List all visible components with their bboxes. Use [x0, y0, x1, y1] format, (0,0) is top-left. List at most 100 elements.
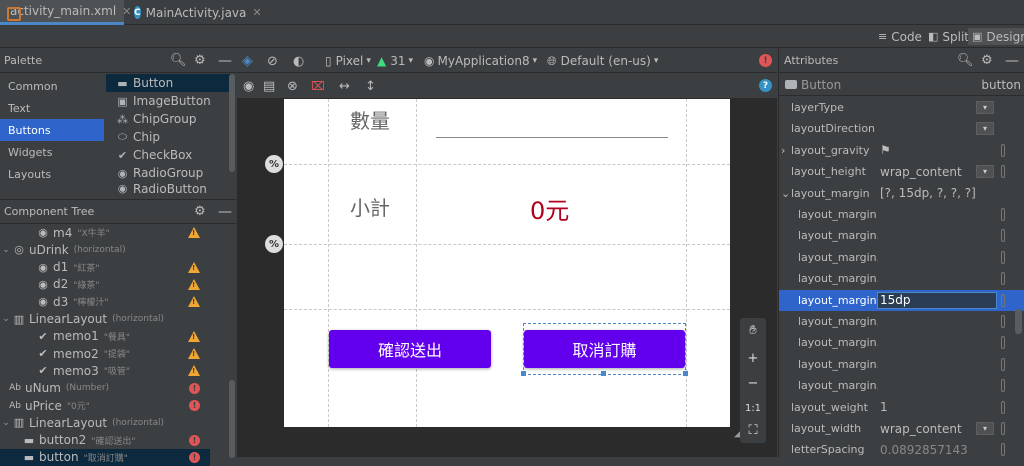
attribute-row-letterSpacing[interactable]: letterSpacing 0.0892857143: [779, 439, 1024, 460]
chevron-down-icon[interactable]: ⌄: [0, 245, 12, 255]
theme-selector[interactable]: ◉ MyApplication8 ▾: [424, 53, 537, 69]
tree-item-linearlayout[interactable]: ⌄ ▥ LinearLayout (horizontal): [0, 414, 210, 431]
attributes-scrollbar[interactable]: [1015, 309, 1022, 334]
zoom-actual-button[interactable]: 1:1: [740, 398, 766, 418]
attribute-value[interactable]: wrap_content: [880, 165, 962, 179]
attribute-row-layout_margin[interactable]: layout_margin...: [779, 332, 1024, 353]
gear-icon[interactable]: ⚙: [194, 53, 206, 68]
percent-guide-badge[interactable]: %: [265, 155, 283, 173]
minimize-icon[interactable]: —: [1005, 53, 1019, 69]
design-mode-button[interactable]: ▣ Design: [968, 28, 1024, 45]
resource-picker-icon[interactable]: [1001, 422, 1005, 435]
tree-item-button2[interactable]: ▬ button2 "確認送出": [0, 432, 210, 449]
tab-main-activity-java[interactable]: C MainActivity.java ✕: [128, 0, 262, 25]
search-icon[interactable]: 🔍︎: [957, 53, 974, 68]
error-icon[interactable]: !: [189, 382, 200, 394]
chevron-down-icon[interactable]: ▾: [976, 165, 994, 179]
attribute-row-layout_margin[interactable]: layout_margin...15dp: [779, 289, 1024, 311]
locale-selector[interactable]: 🌐︎ Default (en-us) ▾: [547, 53, 658, 69]
palette-category-widgets[interactable]: Widgets: [0, 141, 104, 163]
warning-icon[interactable]: [188, 348, 200, 360]
tree-item-memo2[interactable]: ✔ memo2 "提袋": [0, 345, 210, 362]
resize-handle[interactable]: [521, 371, 526, 376]
pan-icon[interactable]: ✋︎: [740, 320, 766, 340]
resource-picker-icon[interactable]: [1001, 250, 1005, 264]
resource-picker-icon[interactable]: [1001, 443, 1005, 457]
confirm-button[interactable]: 確認送出: [329, 330, 491, 368]
resource-picker-icon[interactable]: [1001, 336, 1005, 350]
attribute-row-layout_margin[interactable]: ⌄ layout_margin [?, 15dp, ?, ?, ?]: [779, 183, 1024, 204]
code-mode-button[interactable]: ≡ Code: [874, 28, 926, 45]
resource-picker-icon[interactable]: [1001, 272, 1005, 286]
quantity-input[interactable]: [436, 137, 668, 138]
tree-item-d2[interactable]: ◉ d2 "綠茶": [0, 276, 210, 293]
error-icon[interactable]: !: [189, 400, 200, 411]
magnet-off-icon[interactable]: ⊗: [287, 78, 298, 94]
error-icon[interactable]: !: [189, 451, 200, 463]
palette-category-text[interactable]: Text: [0, 97, 104, 119]
expand-horizontal-icon[interactable]: ↔: [339, 78, 350, 94]
tree-item-linearlayout[interactable]: ⌄ ▥ LinearLayout (horizontal): [0, 311, 210, 328]
attribute-value[interactable]: 1: [880, 400, 888, 414]
attribute-value[interactable]: [?, 15dp, ?, ?, ?]: [880, 186, 976, 200]
palette-category-common[interactable]: Common: [0, 75, 104, 97]
resource-picker-icon[interactable]: [1001, 208, 1005, 221]
attribute-value[interactable]: wrap_content: [880, 422, 962, 436]
close-icon[interactable]: ✕: [252, 6, 261, 19]
attribute-row-layoutDirection[interactable]: layoutDirection ▾: [779, 118, 1024, 139]
chevron-down-icon[interactable]: ▾: [976, 101, 994, 114]
palette-scrollbar[interactable]: [229, 74, 235, 172]
palette-item-imagebutton[interactable]: ▣ ImageButton: [106, 92, 232, 110]
resource-picker-icon[interactable]: [1001, 357, 1005, 371]
warning-icon[interactable]: [188, 261, 200, 273]
tree-item-uprice[interactable]: Ab uPrice "0元": [0, 397, 210, 414]
zoom-out-button[interactable]: −: [740, 373, 766, 393]
resource-picker-icon[interactable]: [1001, 143, 1005, 157]
palette-item-button[interactable]: ▬ Button: [106, 74, 232, 92]
tree-item-button[interactable]: ▬ button "取消訂購": [0, 448, 210, 466]
resource-picker-icon[interactable]: [1001, 379, 1005, 393]
attribute-row-layout_margin[interactable]: layout_margin...: [779, 354, 1024, 375]
chevron-down-icon[interactable]: ▾: [976, 422, 994, 435]
help-icon[interactable]: ?: [759, 79, 772, 92]
warning-icon[interactable]: [188, 330, 200, 342]
warning-icon[interactable]: [188, 296, 200, 308]
tree-scrollbar[interactable]: [229, 380, 235, 458]
chevron-down-icon[interactable]: ⌄: [781, 187, 790, 200]
api-selector[interactable]: ▲ 31 ▾: [377, 53, 413, 69]
layers-icon[interactable]: ◈: [242, 53, 253, 69]
resource-picker-icon[interactable]: [1001, 400, 1005, 414]
palette-item-chip[interactable]: ⬭ Chip: [106, 128, 232, 146]
clear-constraints-icon[interactable]: ⌧: [311, 78, 325, 94]
tree-item-unum[interactable]: Ab uNum (Number): [0, 380, 210, 397]
error-icon[interactable]: !: [759, 54, 772, 67]
device-selector[interactable]: ▯ Pixel ▾: [325, 53, 371, 69]
resize-handle[interactable]: [601, 371, 606, 376]
palette-item-radiobutton[interactable]: ◉ RadioButton: [106, 182, 232, 194]
zoom-fit-icon[interactable]: ⛶: [740, 420, 766, 440]
search-icon[interactable]: 🔍︎: [170, 53, 187, 68]
chevron-down-icon[interactable]: ▾: [976, 122, 994, 136]
chevron-right-icon[interactable]: ›: [781, 144, 785, 157]
attribute-row-layout_margin[interactable]: layout_margin...: [779, 311, 1024, 332]
warning-icon[interactable]: [188, 365, 200, 377]
attribute-row-layerType[interactable]: layerType ▾: [779, 97, 1024, 118]
palette-item-chipgroup[interactable]: ⁂ ChipGroup: [106, 110, 232, 128]
percent-guide-badge[interactable]: %: [265, 235, 283, 253]
gear-icon[interactable]: ⚙: [981, 53, 993, 68]
expand-vertical-icon[interactable]: ↕: [365, 78, 376, 94]
palette-category-buttons[interactable]: Buttons: [0, 119, 104, 141]
warning-icon[interactable]: [188, 227, 200, 238]
attribute-row-layout_margin[interactable]: layout_margin...: [779, 225, 1024, 246]
attribute-row-layout_weight[interactable]: layout_weight 1: [779, 397, 1024, 418]
tree-item-memo3[interactable]: ✔ memo3 "吸管": [0, 362, 210, 379]
palette-item-checkbox[interactable]: ✔ CheckBox: [106, 146, 232, 164]
grid-icon[interactable]: ▤: [263, 78, 275, 94]
palette-category-layouts[interactable]: Layouts: [0, 163, 104, 185]
chevron-down-icon[interactable]: ⌄: [0, 314, 12, 324]
palette-item-radiogroup[interactable]: ◉ RadioGroup: [106, 164, 232, 182]
attribute-value[interactable]: 0.0892857143: [880, 443, 968, 457]
layout-preview[interactable]: 數量 小計 0元 確認送出 取消訂購: [284, 99, 730, 427]
attribute-row-layout_margin[interactable]: layout_margin: [779, 204, 1024, 225]
warning-icon[interactable]: [188, 278, 200, 290]
